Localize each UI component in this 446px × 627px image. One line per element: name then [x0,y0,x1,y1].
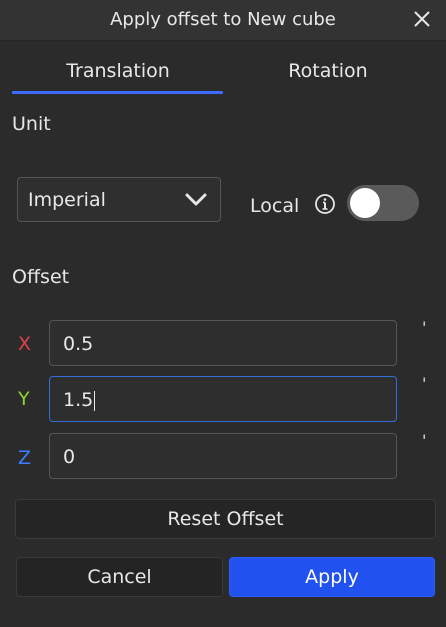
tab-translation[interactable]: Translation [18,60,218,82]
chevron-down-icon [185,193,207,206]
axis-z-label: Z [18,447,32,469]
offset-z-field[interactable]: 0 [49,433,397,479]
dialog-title: Apply offset to New cube [110,9,336,30]
title-bar: Apply offset to New cube [0,0,446,41]
offset-dialog: Apply offset to New cube Translation Rot… [0,0,446,627]
toggle-knob [350,188,380,218]
cancel-button[interactable]: Cancel [16,557,223,597]
offset-x-value: 0.5 [63,333,94,355]
info-icon[interactable] [313,192,337,216]
unit-label: Unit [12,113,51,135]
offset-y-field[interactable]: 1.5 [49,376,397,422]
axis-y-label: Y [18,388,30,410]
close-icon[interactable] [410,7,434,31]
tab-rotation[interactable]: Rotation [228,60,428,82]
unit-select-value: Imperial [28,189,106,211]
axis-x-label: X [18,333,32,355]
offset-y-value: 1.5 [63,389,94,411]
unit-select[interactable]: Imperial [17,177,221,222]
active-tab-indicator [12,91,223,94]
offset-y-unit: ' [422,374,427,393]
local-toggle[interactable] [347,185,419,221]
reset-offset-button[interactable]: Reset Offset [15,499,436,539]
text-caret [94,390,96,411]
tab-bar: Translation Rotation [0,52,446,96]
offset-z-unit: ' [422,431,427,450]
local-label: Local [250,195,300,217]
offset-x-unit: ' [422,318,427,337]
apply-button[interactable]: Apply [229,557,435,597]
offset-z-value: 0 [63,446,76,468]
offset-x-field[interactable]: 0.5 [49,320,397,366]
offset-label: Offset [12,266,70,288]
